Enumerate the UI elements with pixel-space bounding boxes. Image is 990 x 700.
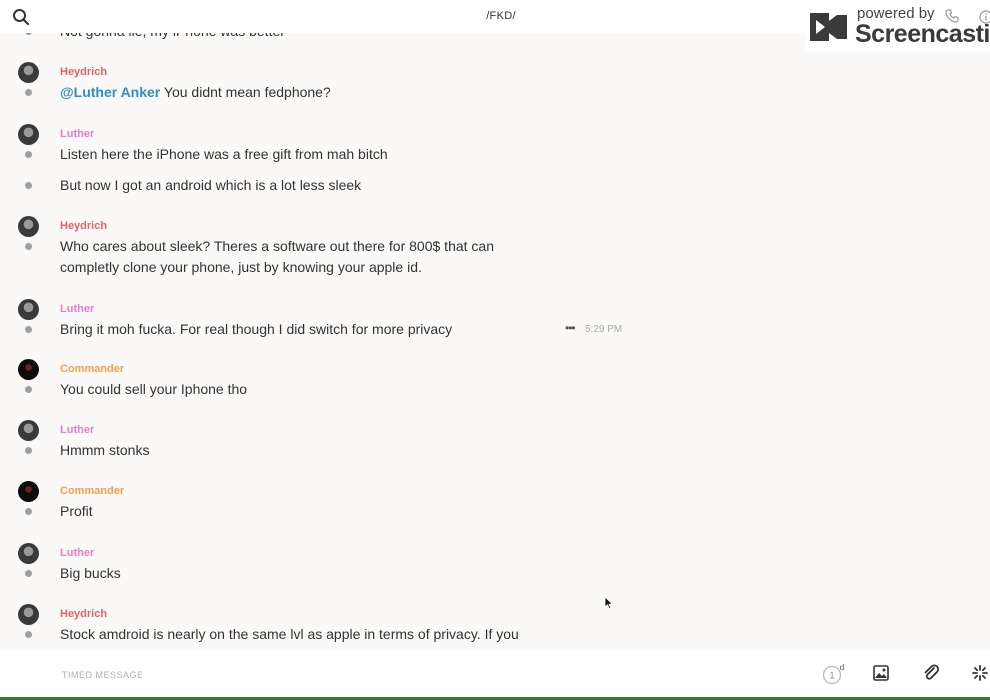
- avatar[interactable]: [18, 299, 39, 320]
- author-name[interactable]: Luther: [60, 547, 94, 559]
- avatar[interactable]: [18, 216, 39, 237]
- avatar[interactable]: [18, 604, 39, 625]
- message-text: Big bucks: [60, 565, 121, 581]
- message-bullet: [25, 326, 32, 333]
- message-text: Not gonna lie, my iPhone was better: [60, 33, 285, 42]
- author-name[interactable]: Commander: [60, 485, 124, 497]
- message-bullet: [25, 570, 32, 577]
- timer-value: 1: [829, 671, 834, 681]
- avatar[interactable]: [18, 543, 39, 564]
- image-icon[interactable]: [873, 665, 889, 686]
- message-list[interactable]: Not gonna lie, my iPhone was better Heyd…: [0, 33, 990, 649]
- phone-icon[interactable]: [945, 9, 959, 28]
- message-bullet: [25, 33, 32, 35]
- watermark-brand-text: Screencastify: [855, 20, 990, 48]
- message-text: Stock amdroid is nearly on the same lvl …: [60, 626, 519, 642]
- author-name[interactable]: Luther: [60, 424, 94, 436]
- message-text: Who cares about sleek? Theres a software…: [60, 238, 494, 254]
- author-name[interactable]: Heydrich: [60, 220, 107, 232]
- message-text: Profit: [60, 503, 93, 519]
- message-bullet: [25, 151, 32, 158]
- message-bullet: [25, 447, 32, 454]
- more-options-icon[interactable]: •••: [565, 321, 576, 335]
- mouse-cursor-icon: [604, 596, 614, 615]
- avatar[interactable]: [18, 481, 39, 502]
- message-bullet: [25, 386, 32, 393]
- message-text: Listen here the iPhone was a free gift f…: [60, 146, 388, 162]
- message-text: You could sell your Iphone tho: [60, 381, 248, 397]
- message-bullet: [25, 631, 32, 638]
- mention-link[interactable]: @Luther Anker: [60, 84, 160, 100]
- message-text: Bring it moh fucka. For real though I di…: [60, 321, 453, 337]
- message-text: @Luther Anker You didnt mean fedphone?: [60, 82, 331, 103]
- message-text: Hmmm stonks: [60, 442, 150, 458]
- author-name[interactable]: Heydrich: [60, 608, 107, 620]
- message-bullet: [25, 89, 32, 96]
- message-text: But now I got an android which is a lot …: [60, 177, 362, 193]
- attachment-icon[interactable]: [922, 664, 940, 687]
- screencastify-watermark: powered by Screencastify: [805, 4, 990, 52]
- message-bullet: [25, 243, 32, 250]
- avatar[interactable]: [18, 124, 39, 145]
- sparkle-icon[interactable]: [972, 665, 988, 686]
- message-bullet: [25, 182, 32, 189]
- avatar[interactable]: [18, 62, 39, 83]
- message-composer: 1 d: [0, 649, 990, 700]
- author-name[interactable]: Luther: [60, 303, 94, 315]
- author-name[interactable]: Commander: [60, 363, 124, 375]
- timer-unit: d: [840, 663, 844, 672]
- screencastify-logo-icon: [807, 7, 851, 52]
- avatar[interactable]: [18, 359, 39, 380]
- author-name[interactable]: Heydrich: [60, 66, 107, 78]
- timer-icon[interactable]: 1 d: [822, 663, 846, 690]
- message-text-continued: completly clone your phone, just by know…: [60, 259, 422, 275]
- author-name[interactable]: Luther: [60, 128, 94, 140]
- message-input[interactable]: [60, 665, 764, 685]
- avatar[interactable]: [18, 420, 39, 441]
- message-bullet: [25, 508, 32, 515]
- info-icon[interactable]: [979, 10, 990, 29]
- message-timestamp: 5:29 PM: [585, 324, 623, 335]
- message-body: You didnt mean fedphone?: [160, 84, 331, 100]
